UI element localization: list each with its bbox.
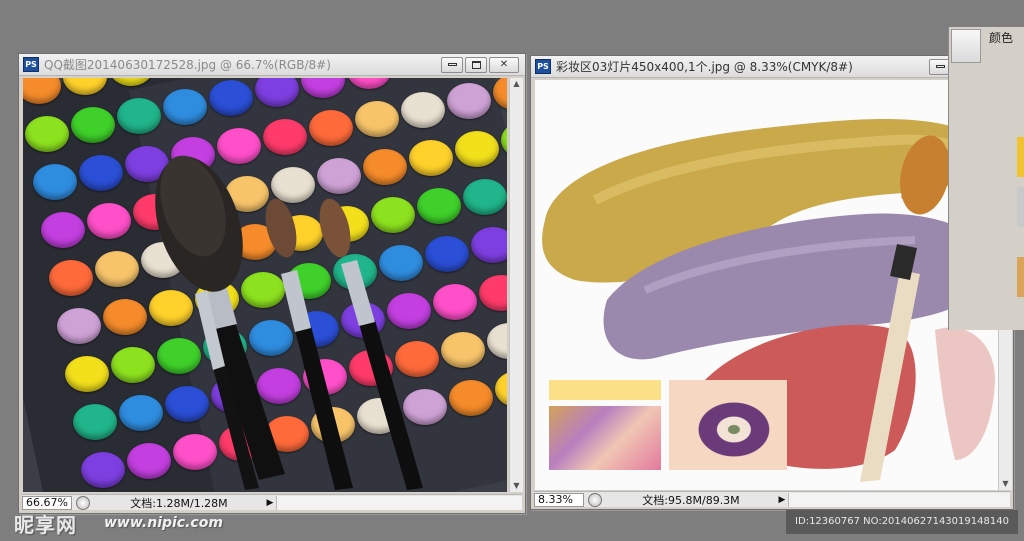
window-title: QQ截图20140630172528.jpg @ 66.7%(RGB/8#) [44, 58, 331, 72]
status-bar: 8.33% 文档:95.8M/89.3M ▶ [534, 491, 1010, 507]
color-panel-tab[interactable]: 颜色 [989, 29, 1013, 46]
minimize-icon [447, 63, 457, 66]
document-window-right[interactable]: PS 彩妆区03灯片450x400,1个.jpg @ 8.33%(CMYK/8#… [530, 55, 1014, 510]
zoom-field[interactable]: 8.33% [534, 492, 584, 507]
zoom-field[interactable]: 66.67% [22, 495, 72, 510]
panel-toggle-icon[interactable] [951, 29, 981, 63]
status-menu-arrow-icon[interactable]: ▶ [264, 498, 276, 508]
document-info: 文档:1.28M/1.28M [130, 496, 228, 510]
panel-thumbnail[interactable] [1017, 187, 1024, 227]
document-canvas[interactable] [535, 80, 999, 490]
minimize-button[interactable] [441, 56, 463, 73]
status-icon[interactable] [588, 492, 602, 507]
yellow-swatch [549, 380, 661, 400]
photoshop-app-icon: PS [23, 57, 39, 72]
maximize-icon [471, 60, 481, 69]
watermark-id: ID:12360767 NO:20140627143019148140 [786, 510, 1018, 534]
maximize-button[interactable] [465, 56, 487, 73]
document-info: 文档:95.8M/89.3M [642, 493, 740, 507]
status-bar: 66.67% 文档:1.28M/1.28M ▶ [22, 494, 522, 510]
watermark-url: www.nipic.com [104, 515, 223, 531]
panel-thumbnail[interactable] [1017, 137, 1024, 177]
horizontal-scrollbar[interactable] [788, 492, 1010, 507]
eye-photo [669, 380, 787, 470]
document-canvas[interactable] [23, 78, 507, 492]
close-icon: ✕ [499, 59, 509, 70]
status-menu-arrow-icon[interactable]: ▶ [776, 495, 788, 505]
horizontal-scrollbar[interactable] [276, 495, 522, 510]
window-titlebar[interactable]: PS 彩妆区03灯片450x400,1个.jpg @ 8.33%(CMYK/8#… [531, 56, 1013, 78]
scroll-down-icon[interactable]: ▼ [999, 478, 1012, 490]
makeup-brushes [155, 155, 423, 490]
panels-dock: 颜色 [948, 27, 1024, 330]
lips-photo [549, 406, 661, 470]
document-window-left[interactable]: PS QQ截图20140630172528.jpg @ 66.7%(RGB/8#… [18, 53, 526, 514]
window-titlebar[interactable]: PS QQ截图20140630172528.jpg @ 66.7%(RGB/8#… [19, 54, 525, 76]
panel-thumbnail[interactable] [1017, 257, 1024, 297]
window-title: 彩妆区03灯片450x400,1个.jpg @ 8.33%(CMYK/8#) [556, 60, 853, 74]
status-icon[interactable] [76, 495, 90, 510]
minimize-icon [935, 65, 945, 68]
scroll-down-icon[interactable]: ▼ [510, 480, 523, 492]
watermark-logo: 昵享网 [14, 513, 77, 537]
scroll-up-icon[interactable]: ▲ [510, 78, 523, 90]
eyeshadow-palette-image [23, 78, 507, 492]
vertical-scrollbar[interactable]: ▲ ▼ [509, 78, 523, 492]
photoshop-app-icon: PS [535, 59, 551, 74]
close-button[interactable]: ✕ [489, 56, 519, 73]
